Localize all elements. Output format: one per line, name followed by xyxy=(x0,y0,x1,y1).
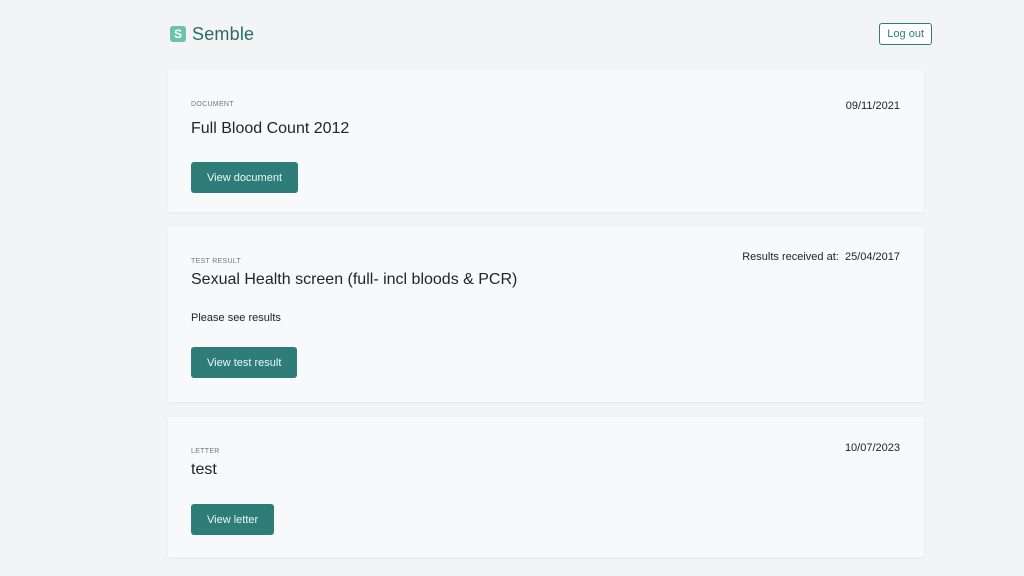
record-title: Sexual Health screen (full- incl bloods … xyxy=(191,271,518,288)
view-letter-button[interactable]: View letter xyxy=(191,504,275,535)
record-type-label: Test result xyxy=(191,258,242,265)
top-bar: S Semble Log out xyxy=(160,14,936,54)
record-title: test xyxy=(191,461,217,478)
record-card-letter: Letter 10/07/2023 test View letter xyxy=(168,417,924,557)
logout-button[interactable]: Log out xyxy=(879,23,932,45)
record-date: 09/11/2021 xyxy=(845,100,900,112)
record-card-test-result: Test result Results received at: 25/04/2… xyxy=(168,227,924,402)
brand: S Semble xyxy=(170,24,254,45)
brand-name: Semble xyxy=(192,23,255,44)
record-note: Please see results xyxy=(191,312,281,324)
record-date: 10/07/2023 xyxy=(844,442,900,454)
semble-logo-icon: S xyxy=(170,26,186,42)
results-received-date: Results received at: 25/04/2017 xyxy=(742,251,900,263)
record-title: Full Blood Count 2012 xyxy=(191,120,350,137)
record-card-document: Document 09/11/2021 Full Blood Count 201… xyxy=(168,70,924,212)
view-test-result-button[interactable]: View test result xyxy=(191,347,298,378)
record-type-label: Document xyxy=(191,101,234,108)
view-document-button[interactable]: View document xyxy=(191,162,299,193)
page: S Semble Log out Document 09/11/2021 Ful… xyxy=(0,0,1024,576)
record-type-label: Letter xyxy=(191,448,220,455)
